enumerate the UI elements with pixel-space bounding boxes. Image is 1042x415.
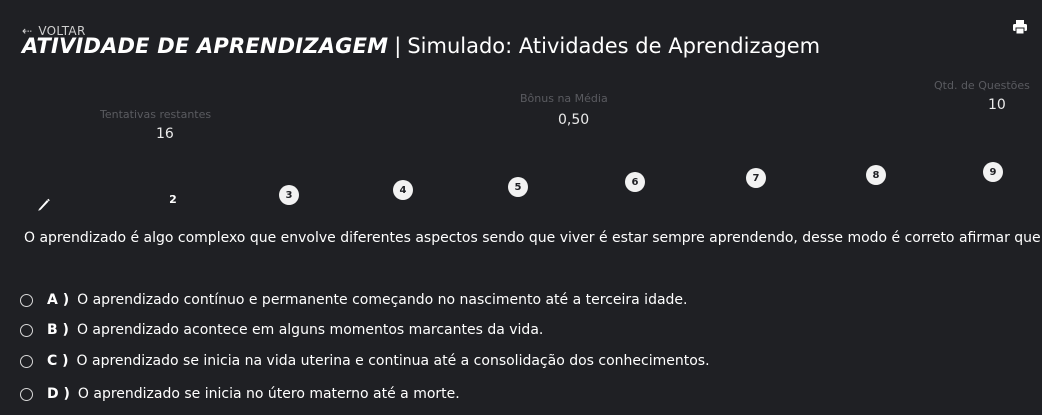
title-separator: |: [394, 34, 402, 58]
question-nav-8[interactable]: 8: [866, 165, 886, 185]
option-a[interactable]: A ) O aprendizado contínuo e permanente …: [20, 292, 687, 308]
questions-label: Qtd. de Questões: [934, 79, 1030, 92]
question-nav-2[interactable]: 2: [163, 189, 183, 209]
radio-b[interactable]: [20, 323, 33, 337]
option-c-text: O aprendizado se inicia na vida uterina …: [76, 353, 710, 369]
pencil-icon[interactable]: [36, 196, 52, 212]
option-b[interactable]: B ) O aprendizado acontece em alguns mom…: [20, 322, 543, 338]
option-c[interactable]: C ) O aprendizado se inicia na vida uter…: [20, 353, 710, 369]
option-d[interactable]: D ) O aprendizado se inicia no útero mat…: [20, 386, 460, 402]
radio-a[interactable]: [20, 293, 33, 307]
option-d-letter: D ): [47, 386, 70, 402]
radio-c[interactable]: [20, 354, 33, 368]
attempts-label: Tentativas restantes: [100, 108, 212, 121]
option-d-text: O aprendizado se inicia no útero materno…: [77, 386, 460, 402]
option-b-text: O aprendizado acontece em alguns momento…: [76, 322, 544, 338]
page-title-rest: Simulado: Atividades de Aprendizagem: [407, 34, 821, 58]
question-nav-4[interactable]: 4: [393, 180, 413, 200]
questions-value: 10: [988, 97, 1006, 113]
bonus-label: Bônus na Média: [520, 92, 608, 105]
question-text: O aprendizado é algo complexo que envolv…: [24, 230, 1042, 246]
option-a-letter: A ): [47, 292, 70, 308]
question-nav-7[interactable]: 7: [746, 168, 766, 188]
question-nav-5[interactable]: 5: [508, 177, 528, 197]
option-c-letter: C ): [47, 353, 69, 369]
radio-d[interactable]: [20, 387, 33, 401]
question-nav-6[interactable]: 6: [625, 172, 645, 192]
attempts-value: 16: [156, 126, 174, 142]
page-title: ATIVIDADE DE APRENDIZAGEM | Simulado: Ativ…: [22, 34, 820, 58]
option-b-letter: B ): [47, 322, 69, 338]
option-a-text: O aprendizado contínuo e permanente come…: [77, 292, 688, 308]
question-nav-3[interactable]: 3: [279, 185, 299, 205]
printer-icon[interactable]: [1012, 20, 1028, 34]
question-nav-9[interactable]: 9: [983, 162, 1003, 182]
page-title-bold: ATIVIDADE DE APRENDIZAGEM: [22, 34, 389, 58]
bonus-value: 0,50: [558, 112, 590, 128]
